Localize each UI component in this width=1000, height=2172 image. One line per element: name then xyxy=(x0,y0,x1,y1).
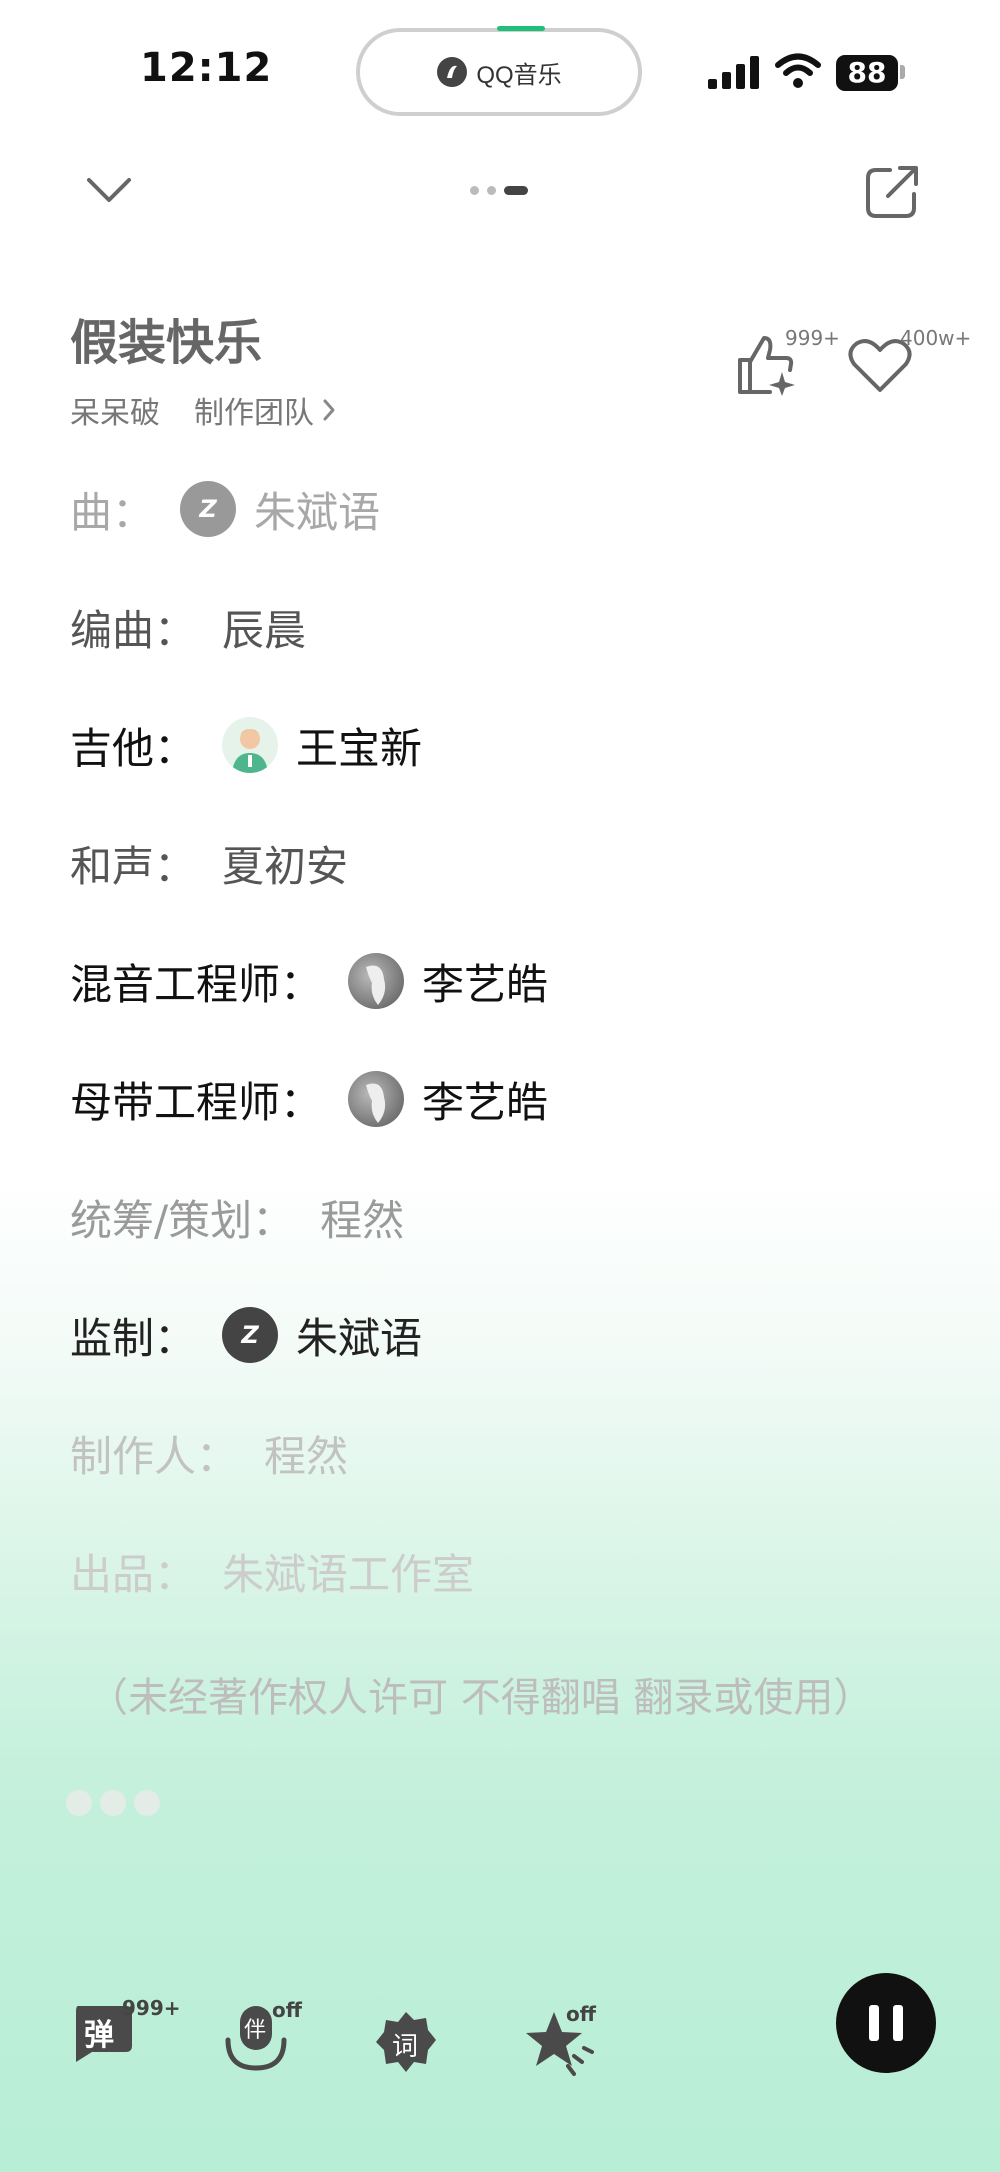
credit-role: 编曲： xyxy=(70,605,197,655)
production-team-label: 制作团队 xyxy=(194,396,314,431)
page-dot xyxy=(470,186,479,195)
chevron-right-icon xyxy=(323,399,335,421)
credit-row-guitar: 吉他： 王宝新 xyxy=(70,715,422,775)
credit-role: 出品： xyxy=(70,1549,197,1599)
page-dot-active xyxy=(504,186,528,195)
accompany-state: off xyxy=(272,1998,302,2022)
bird-avatar[interactable] xyxy=(348,953,405,1009)
island-app-label: QQ音乐 xyxy=(476,61,562,89)
production-team-link[interactable]: 制作团队 xyxy=(194,388,336,432)
chevron-down-icon[interactable] xyxy=(86,176,132,204)
pause-button[interactable] xyxy=(836,1973,936,2073)
credit-name: 程然 xyxy=(320,1195,405,1245)
danmu-count: 999+ xyxy=(122,1996,181,2020)
effects-state: off xyxy=(566,2002,596,2026)
credit-name[interactable]: 李艺皓 xyxy=(422,1069,548,1130)
copyright-notice: （未经著作权人许可 不得翻唱 翻录或使用） xyxy=(88,1675,874,1721)
battery-nub xyxy=(900,65,905,79)
credit-name[interactable]: 李艺皓 xyxy=(422,951,548,1012)
battery-indicator: 88 xyxy=(836,55,898,91)
pause-bar xyxy=(893,2005,903,2041)
pause-bar xyxy=(869,2005,879,2041)
credit-role: 曲： xyxy=(70,487,155,537)
credit-name: 朱斌语工作室 xyxy=(222,1549,475,1599)
credit-row-planning: 统筹/策划： 程然 xyxy=(70,1187,404,1247)
share-icon[interactable] xyxy=(864,164,920,220)
page-dot xyxy=(487,186,496,195)
qq-music-logo-icon xyxy=(437,57,468,87)
loading-dot xyxy=(66,1790,92,1816)
credit-name: 夏初安 xyxy=(222,841,349,891)
page-indicator xyxy=(470,186,528,195)
credit-name[interactable]: 朱斌语 xyxy=(254,479,380,540)
artist-name[interactable]: 呆呆破 xyxy=(70,388,160,432)
bird-avatar[interactable] xyxy=(348,1071,405,1127)
lyrics-button[interactable]: 词 xyxy=(374,2010,438,2074)
credit-name[interactable]: 王宝新 xyxy=(296,715,422,776)
credit-row-arranger: 编曲： 辰晨 xyxy=(70,597,306,657)
credit-role: 制作人： xyxy=(70,1431,239,1481)
person-avatar[interactable] xyxy=(222,717,279,773)
song-title: 假装快乐 xyxy=(70,315,263,371)
credit-name: 程然 xyxy=(264,1431,349,1481)
credit-name: 辰晨 xyxy=(222,605,307,655)
island-indicator xyxy=(497,26,545,31)
dynamic-island[interactable]: QQ音乐 xyxy=(356,28,642,116)
lyrics-label: 词 xyxy=(392,2032,419,2062)
signal-icon xyxy=(708,56,759,89)
credit-role: 吉他： xyxy=(70,723,197,773)
loading-dot xyxy=(100,1790,126,1816)
credit-name[interactable]: 朱斌语 xyxy=(296,1305,422,1366)
loading-indicator xyxy=(66,1790,160,1816)
credit-row-mastering: 母带工程师： 李艺皓 xyxy=(70,1069,548,1129)
danmu-label: 弹 xyxy=(84,2018,114,2053)
credit-row-publisher: 出品： 朱斌语工作室 xyxy=(70,1541,474,1601)
credit-role: 监制： xyxy=(70,1313,197,1363)
credit-row-supervisor: 监制： Z 朱斌语 xyxy=(70,1305,422,1365)
credit-role: 母带工程师： xyxy=(70,1077,323,1127)
loading-dot xyxy=(134,1790,160,1816)
z-logo-avatar[interactable]: Z xyxy=(222,1307,279,1363)
credit-row-composer: 曲： Z 朱斌语 xyxy=(70,479,380,539)
favorites-count: 400w+ xyxy=(900,326,972,350)
credit-role: 和声： xyxy=(70,841,197,891)
credit-row-harmony: 和声： 夏初安 xyxy=(70,833,348,893)
z-logo-avatar[interactable]: Z xyxy=(180,481,237,537)
credit-role: 混音工程师： xyxy=(70,959,323,1009)
credit-row-producer: 制作人： 程然 xyxy=(70,1423,348,1483)
status-time: 12:12 xyxy=(140,45,273,91)
accompany-label: 伴 xyxy=(244,2018,267,2043)
wifi-icon xyxy=(775,53,821,88)
likes-count: 999+ xyxy=(785,326,840,350)
credit-row-mixing: 混音工程师： 李艺皓 xyxy=(70,951,548,1011)
credit-role: 统筹/策划： xyxy=(70,1195,295,1245)
